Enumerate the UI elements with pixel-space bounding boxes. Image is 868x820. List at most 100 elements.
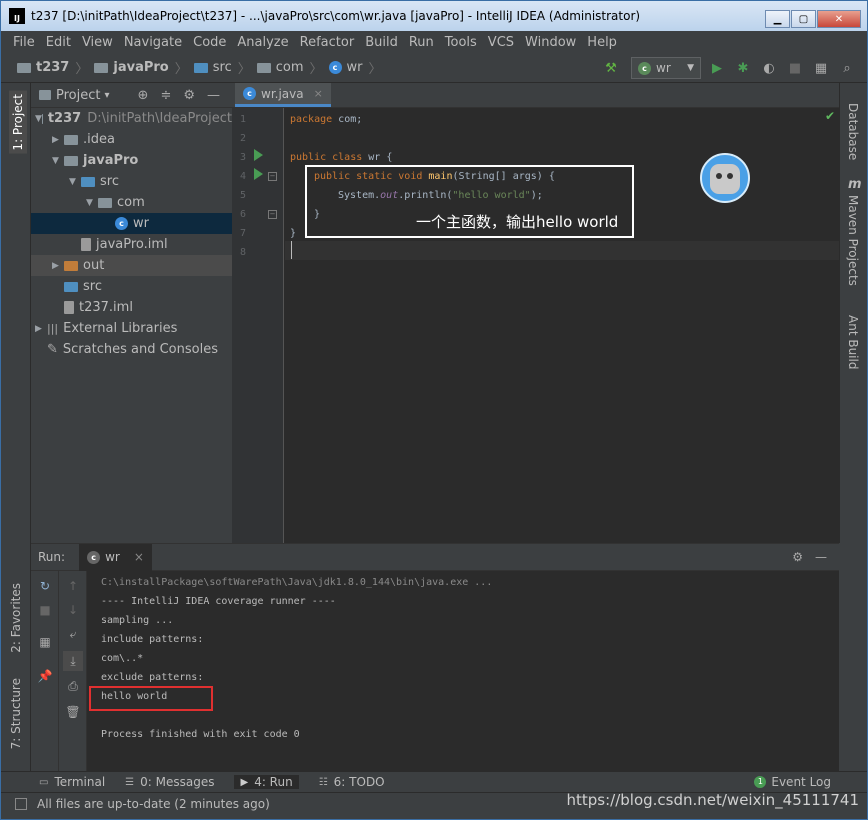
build-hammer-icon[interactable]: ⚒ <box>601 58 621 78</box>
breadcrumb-project[interactable]: t237 〉 <box>17 58 88 77</box>
close-tab-icon[interactable]: × <box>134 550 144 564</box>
menu-file[interactable]: File <box>13 35 35 50</box>
tree-item[interactable]: ▼ t237 D:\initPath\IdeaProject <box>31 108 232 129</box>
breadcrumb-class[interactable]: c wr 〉 <box>328 58 382 77</box>
tree-item[interactable]: ▼ javaPro <box>31 150 232 171</box>
tree-item[interactable]: c wr <box>31 213 232 234</box>
fold-marker-icon[interactable]: − <box>268 172 277 181</box>
tree-item[interactable]: t237.iml <box>31 297 232 318</box>
run-coverage-icon[interactable]: ◐ <box>759 58 779 78</box>
stop-icon[interactable]: ■ <box>38 603 52 617</box>
console-output[interactable]: C:\installPackage\softWarePath\Java\jdk1… <box>101 573 492 744</box>
menu-run[interactable]: Run <box>409 35 434 50</box>
console-line: C:\installPackage\softWarePath\Java\jdk1… <box>101 577 493 588</box>
menu-view[interactable]: View <box>82 35 113 50</box>
line-number: 3 <box>239 152 246 163</box>
rerun-icon[interactable]: ↻ <box>38 579 52 593</box>
line-number: 8 <box>239 247 246 258</box>
collapse-all-icon[interactable]: ≑ <box>160 88 171 103</box>
scroll-to-end-icon[interactable]: ⤓ <box>63 651 83 671</box>
breadcrumb-src[interactable]: src 〉 <box>193 58 251 77</box>
locate-target-icon[interactable]: ⊕ <box>138 88 149 103</box>
assistant-avatar[interactable] <box>700 153 750 203</box>
up-arrow-icon[interactable]: ↑ <box>66 579 80 593</box>
collapse-arrow-icon[interactable]: ▶ <box>35 324 47 334</box>
class-icon: c <box>243 87 256 100</box>
menu-refactor[interactable]: Refactor <box>300 35 355 50</box>
menu-navigate[interactable]: Navigate <box>124 35 182 50</box>
expand-arrow-icon[interactable]: ▼ <box>86 198 98 208</box>
console-line: sampling ... <box>101 615 174 626</box>
maven-tool-tab[interactable]: Maven Projects <box>846 195 860 286</box>
close-button[interactable]: ✕ <box>817 10 861 28</box>
expand-arrow-icon[interactable]: ▼ <box>69 177 81 187</box>
gear-icon[interactable]: ⚙ <box>792 550 803 564</box>
tree-item-label: t237.iml <box>79 300 133 315</box>
run-class-gutter-icon[interactable] <box>254 149 263 161</box>
project-tool-tab[interactable]: 1: Project <box>9 91 27 154</box>
tree-item[interactable]: src <box>31 276 232 297</box>
print-icon[interactable]: ⎙ <box>66 679 80 693</box>
structure-tool-tab[interactable]: 7: Structure <box>9 678 23 749</box>
maximize-button[interactable]: ▢ <box>791 10 816 28</box>
favorites-tool-tab[interactable]: 2: Favorites <box>9 583 23 653</box>
hide-panel-icon[interactable]: — <box>207 88 220 103</box>
menu-code[interactable]: Code <box>193 35 226 50</box>
database-tool-tab[interactable]: Database <box>846 103 860 160</box>
minimize-button[interactable]: ▁ <box>765 10 790 28</box>
run-tab[interactable]: ▶ 4: Run <box>234 775 299 789</box>
tree-item[interactable]: ▶ ||| External Libraries <box>31 318 232 339</box>
debug-icon[interactable]: ✱ <box>733 58 753 78</box>
menu-vcs[interactable]: VCS <box>488 35 514 50</box>
menu-window[interactable]: Window <box>525 35 576 50</box>
gear-icon[interactable]: ⚙ <box>183 88 195 103</box>
chevron-down-icon[interactable]: ▾ <box>104 90 109 101</box>
menu-analyze[interactable]: Analyze <box>237 35 288 50</box>
annotation-text: 一个主函数，输出hello world <box>416 213 619 231</box>
expand-arrow-icon[interactable]: ▼ <box>35 114 42 124</box>
collapse-arrow-icon[interactable]: ▶ <box>52 135 64 145</box>
menu-help[interactable]: Help <box>587 35 617 50</box>
close-tab-icon[interactable]: × <box>314 87 323 100</box>
tree-item[interactable]: javaPro.iml <box>31 234 232 255</box>
menu-build[interactable]: Build <box>365 35 398 50</box>
editor-tab-wr-java[interactable]: c wr.java × <box>235 83 331 107</box>
run-icon[interactable]: ▶ <box>707 58 727 78</box>
tree-item[interactable]: ▶ .idea <box>31 129 232 150</box>
hide-panel-icon[interactable]: — <box>815 550 827 564</box>
status-toggle-icon[interactable] <box>15 797 27 810</box>
collapse-arrow-icon[interactable]: ▶ <box>52 261 64 271</box>
search-everywhere-icon[interactable]: ⌕ <box>837 58 857 78</box>
project-structure-icon[interactable]: ▦ <box>811 58 831 78</box>
terminal-tab[interactable]: ▭ Terminal <box>39 775 105 789</box>
messages-tab[interactable]: ☰ 0: Messages <box>125 775 214 789</box>
down-arrow-icon[interactable]: ↓ <box>66 603 80 617</box>
tree-item[interactable]: ✎ Scratches and Consoles <box>31 339 232 360</box>
fold-marker-icon[interactable]: − <box>268 210 277 219</box>
soft-wrap-icon[interactable]: ⤶ <box>66 627 80 641</box>
expand-arrow-icon[interactable]: ▼ <box>52 156 64 166</box>
library-icon: ||| <box>47 322 59 335</box>
restore-layout-icon[interactable]: ▦ <box>38 635 52 649</box>
clear-all-icon[interactable]: 🗑 <box>65 705 80 719</box>
menu-edit[interactable]: Edit <box>46 35 71 50</box>
run-configuration-select[interactable]: c wr ▼ <box>631 57 701 79</box>
breadcrumb-module[interactable]: javaPro 〉 <box>94 58 188 77</box>
tree-item[interactable]: ▼ com <box>31 192 232 213</box>
source-folder-icon <box>193 62 208 73</box>
breadcrumb-package[interactable]: com 〉 <box>256 58 323 77</box>
run-tab-wr[interactable]: c wr × <box>79 543 152 571</box>
package-icon <box>98 197 112 208</box>
todo-tab[interactable]: ☷ 6: TODO <box>319 775 385 789</box>
tree-item-label: com <box>117 195 145 210</box>
ant-build-tool-tab[interactable]: Ant Build <box>846 315 860 369</box>
tree-item[interactable]: ▼ src <box>31 171 232 192</box>
menu-tools[interactable]: Tools <box>445 35 477 50</box>
inspection-ok-icon[interactable]: ✔ <box>825 109 835 123</box>
event-log-tab[interactable]: 1 Event Log <box>754 775 831 789</box>
project-view-select[interactable]: Project <box>56 88 100 103</box>
run-main-gutter-icon[interactable] <box>254 168 263 180</box>
stop-icon[interactable]: ■ <box>785 58 805 78</box>
pin-icon[interactable]: 📌 <box>38 669 53 683</box>
tree-item[interactable]: ▶ out <box>31 255 232 276</box>
